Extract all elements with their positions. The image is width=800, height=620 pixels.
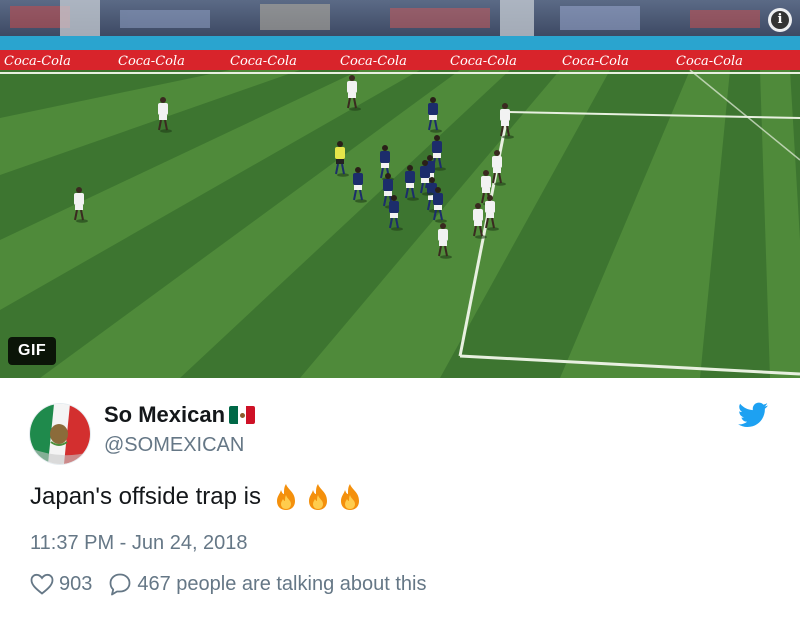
blue-fence (0, 36, 800, 50)
mexico-flag-avatar-image (30, 404, 90, 464)
heart-icon (30, 573, 54, 595)
ad-board-text: Coca-Cola (4, 54, 71, 69)
ad-board-text: Coca-Cola (562, 54, 629, 69)
fire-icon (308, 484, 327, 510)
tweet-card: So Mexican @SOMEXICAN Japan's offside tr… (0, 378, 800, 620)
tweet-media-gif[interactable]: Coca-Cola Coca-Cola Coca-Cola Coca-Cola Coca… (0, 0, 800, 378)
info-icon[interactable]: i (768, 8, 792, 32)
author-avatar[interactable] (30, 404, 90, 464)
like-button[interactable]: 903 (30, 573, 92, 596)
gif-badge: GIF (8, 337, 57, 365)
comment-bubble-icon (109, 573, 131, 596)
tweet-actions: 903 467 people are talking about this (30, 572, 426, 596)
author-name: So Mexican (104, 402, 256, 428)
fire-icon (340, 484, 359, 510)
ad-board-text: Coca-Cola (676, 54, 743, 69)
replies-text: 467 people are talking about this (137, 572, 427, 595)
ad-board-text: Coca-Cola (340, 54, 407, 69)
author-name-text: So Mexican (104, 402, 226, 427)
author-info[interactable]: So Mexican @SOMEXICAN (104, 402, 256, 457)
tweet-timestamp[interactable]: 11:37 PM - Jun 24, 2018 (30, 532, 248, 555)
ad-board-text: Coca-Cola (118, 54, 185, 69)
tweet-text: Japan's offside trap is (30, 482, 365, 512)
tweet-text-content: Japan's offside trap is (30, 483, 261, 510)
ad-board-text: Coca-Cola (230, 54, 297, 69)
fire-icon (276, 484, 295, 510)
like-count: 903 (59, 572, 93, 595)
soccer-pitch-scene: Coca-Cola Coca-Cola Coca-Cola Coca-Cola Coca… (0, 0, 800, 378)
mexico-flag-icon (229, 406, 256, 424)
ad-board-text: Coca-Cola (450, 54, 517, 69)
twitter-bird-icon[interactable] (738, 402, 768, 428)
author-handle: @SOMEXICAN (104, 434, 245, 456)
fire-emoji-row (271, 482, 365, 512)
reply-button[interactable]: 467 people are talking about this (108, 572, 426, 596)
